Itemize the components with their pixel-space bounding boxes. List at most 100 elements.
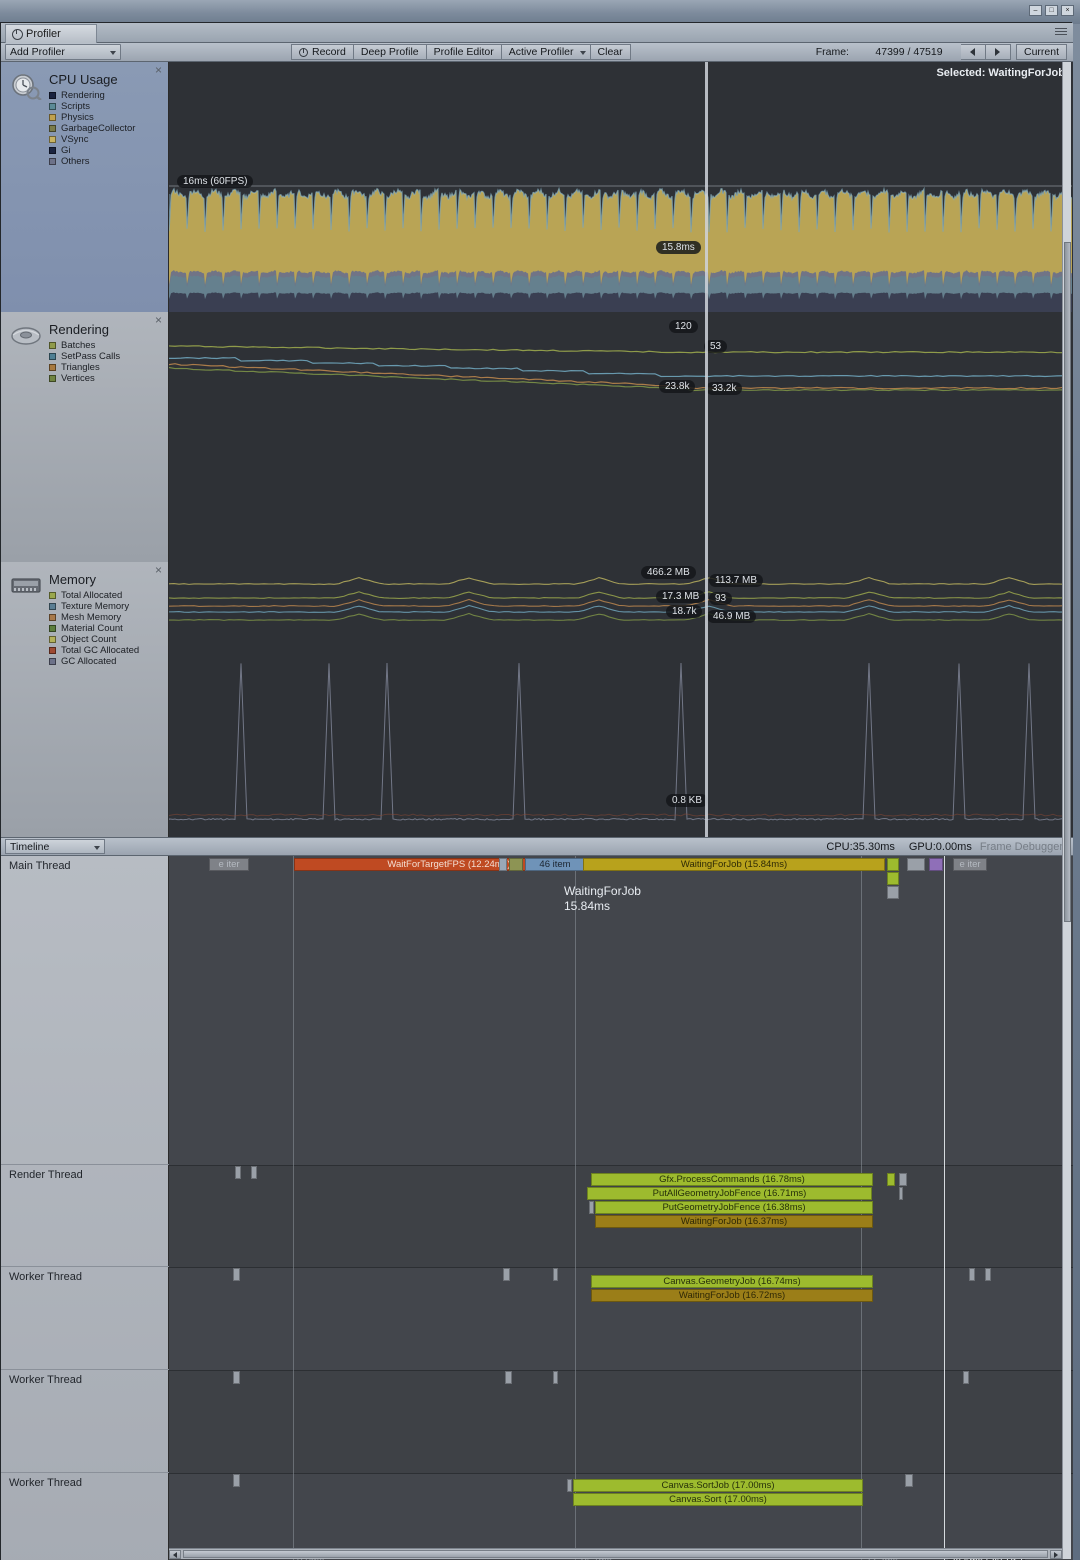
- next-frame-button[interactable]: [985, 44, 1011, 60]
- legend-item[interactable]: Total Allocated: [49, 590, 139, 601]
- timeline-bar[interactable]: PutGeometryJobFence (16.38ms): [595, 1201, 873, 1214]
- current-frame-button[interactable]: Current: [1015, 44, 1067, 60]
- tab-profiler[interactable]: Profiler: [5, 24, 97, 43]
- legend-swatch: [49, 342, 56, 349]
- legend-label: SetPass Calls: [61, 351, 121, 362]
- close-icon[interactable]: ×: [155, 314, 162, 326]
- timeline-bar[interactable]: 46 item: [525, 858, 585, 871]
- timeline-bar[interactable]: [567, 1479, 572, 1492]
- timeline-bar[interactable]: [509, 858, 523, 871]
- frame-playhead[interactable]: [705, 562, 708, 837]
- legend-item[interactable]: Physics: [49, 112, 135, 123]
- timeline-bar[interactable]: [887, 872, 899, 885]
- timeline-bar[interactable]: [233, 1474, 240, 1487]
- scroll-thumb[interactable]: [183, 1550, 1048, 1558]
- legend-item[interactable]: Object Count: [49, 634, 139, 645]
- close-icon[interactable]: ×: [155, 564, 162, 576]
- timeline-bar[interactable]: [251, 1166, 257, 1179]
- memory-sidebar[interactable]: × Memory Total Allocated Texture Memory …: [1, 562, 169, 837]
- timeline-graph[interactable]: e iter WaitForTargetFPS (12.24ms) 46 ite…: [169, 856, 1073, 1560]
- record-button[interactable]: Record: [291, 44, 354, 60]
- timeline-bar[interactable]: [887, 1173, 895, 1186]
- timeline-bar[interactable]: [887, 886, 899, 899]
- thread-label-main[interactable]: Main Thread: [1, 856, 169, 1165]
- legend-item[interactable]: Rendering: [49, 90, 135, 101]
- memory-chart[interactable]: 466.2 MB 113.7 MB 17.3 MB 93 18.7k 46.9 …: [169, 562, 1073, 837]
- close-icon[interactable]: ×: [155, 64, 162, 76]
- maximize-button[interactable]: □: [1045, 5, 1058, 16]
- timeline-bar[interactable]: [907, 858, 925, 871]
- timeline-stats: CPU:35.30ms GPU:0.00ms: [826, 838, 979, 855]
- timeline-bar[interactable]: [499, 858, 507, 871]
- frame-debugger-button[interactable]: Frame Debugger: [980, 838, 1073, 855]
- horizontal-scrollbar[interactable]: [169, 1548, 1062, 1559]
- legend-label: Total GC Allocated: [61, 645, 140, 656]
- timeline-bar[interactable]: [233, 1268, 240, 1281]
- timeline-bar[interactable]: [985, 1268, 991, 1281]
- legend-item[interactable]: Vertices: [49, 373, 120, 384]
- scroll-right-arrow-icon[interactable]: [1050, 1550, 1062, 1559]
- thread-label-worker2[interactable]: Worker Thread: [1, 1370, 169, 1473]
- legend-item[interactable]: Total GC Allocated: [49, 645, 139, 656]
- timeline-bar[interactable]: [969, 1268, 975, 1281]
- rendering-sidebar[interactable]: × Rendering Batches SetPass Calls Triang…: [1, 312, 169, 562]
- cpu-usage-chart[interactable]: 16ms (60FPS) 15.8ms Selected: WaitingFor…: [169, 62, 1073, 312]
- legend-item[interactable]: Batches: [49, 340, 120, 351]
- timeline-bar[interactable]: Gfx.ProcessCommands (16.78ms): [591, 1173, 873, 1186]
- timeline-bar[interactable]: [589, 1201, 594, 1214]
- legend-item[interactable]: VSync: [49, 134, 135, 145]
- legend-item[interactable]: Others: [49, 156, 135, 167]
- legend-item[interactable]: Scripts: [49, 101, 135, 112]
- timeline-bar[interactable]: [929, 858, 943, 871]
- timeline-bar[interactable]: Canvas.GeometryJob (16.74ms): [591, 1275, 873, 1288]
- timeline-bar[interactable]: [235, 1166, 241, 1179]
- timeline-bar[interactable]: Canvas.Sort (17.00ms): [573, 1493, 863, 1506]
- deep-profile-button[interactable]: Deep Profile: [353, 44, 427, 60]
- legend-item[interactable]: Mesh Memory: [49, 612, 139, 623]
- profile-editor-button[interactable]: Profile Editor: [426, 44, 502, 60]
- frame-playhead[interactable]: [705, 62, 708, 312]
- legend-item[interactable]: Triangles: [49, 362, 120, 373]
- timeline-bar[interactable]: [553, 1371, 558, 1384]
- timeline-bar[interactable]: [233, 1371, 240, 1384]
- timeline-bar[interactable]: [963, 1371, 969, 1384]
- timeline-bar[interactable]: Canvas.SortJob (17.00ms): [573, 1479, 863, 1492]
- timeline-bar[interactable]: e iter: [953, 858, 987, 871]
- close-button[interactable]: ×: [1061, 5, 1074, 16]
- tab-options-icon[interactable]: [1053, 26, 1069, 40]
- timeline-bar-selected[interactable]: WaitingForJob (15.84ms): [583, 858, 885, 871]
- rendering-chart[interactable]: 120 53 23.8k 33.2k: [169, 312, 1073, 562]
- legend-item[interactable]: Material Count: [49, 623, 139, 634]
- prev-frame-button[interactable]: [960, 44, 986, 60]
- add-profiler-dropdown[interactable]: Add Profiler: [5, 44, 121, 60]
- view-mode-dropdown[interactable]: Timeline: [5, 839, 105, 854]
- legend-item[interactable]: GarbageCollector: [49, 123, 135, 134]
- minimize-button[interactable]: –: [1029, 5, 1042, 16]
- timeline-bar[interactable]: [887, 858, 899, 871]
- timeline-bar[interactable]: [899, 1187, 903, 1200]
- legend-item[interactable]: GC Allocated: [49, 656, 139, 667]
- thread-label-render[interactable]: Render Thread: [1, 1165, 169, 1267]
- legend-item[interactable]: Gi: [49, 145, 135, 156]
- window-controls[interactable]: – □ ×: [1028, 4, 1074, 17]
- timeline-bar[interactable]: [505, 1371, 512, 1384]
- timeline-bar[interactable]: PutAllGeometryJobFence (16.71ms): [587, 1187, 872, 1200]
- legend-item[interactable]: Texture Memory: [49, 601, 139, 612]
- timeline-bar[interactable]: WaitingForJob (16.72ms): [591, 1289, 873, 1302]
- timeline-bar[interactable]: [503, 1268, 510, 1281]
- frame-playhead[interactable]: [705, 312, 708, 562]
- timeline-bar[interactable]: WaitingForJob (16.37ms): [595, 1215, 873, 1228]
- active-profiler-dropdown[interactable]: Active Profiler: [501, 44, 591, 60]
- thread-label-worker1[interactable]: Worker Thread: [1, 1267, 169, 1370]
- clear-button[interactable]: Clear: [590, 44, 631, 60]
- timeline-bar[interactable]: [905, 1474, 913, 1487]
- timeline-bar[interactable]: [899, 1173, 907, 1186]
- timeline-bar[interactable]: [553, 1268, 558, 1281]
- scroll-thumb[interactable]: [1064, 242, 1071, 922]
- thread-label-worker3[interactable]: Worker Thread: [1, 1473, 169, 1560]
- timeline-bar[interactable]: e iter: [209, 858, 249, 871]
- legend-item[interactable]: SetPass Calls: [49, 351, 120, 362]
- cpu-usage-sidebar[interactable]: × CPU Usage Rendering Scripts Physics Ga…: [1, 62, 169, 312]
- scroll-left-arrow-icon[interactable]: [169, 1550, 181, 1559]
- vertical-scrollbar[interactable]: [1062, 62, 1071, 1559]
